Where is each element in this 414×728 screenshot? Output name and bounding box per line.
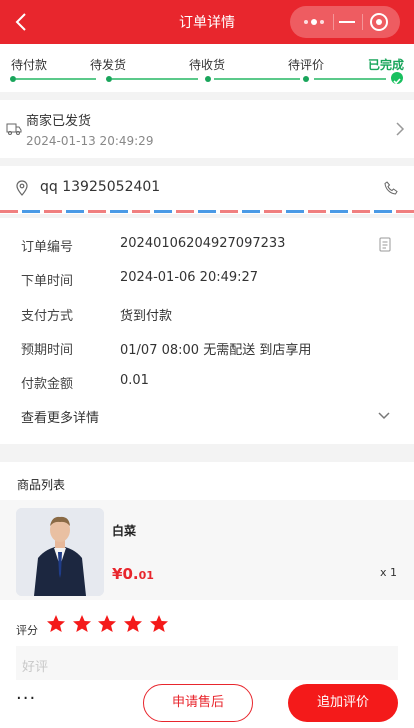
dots-icon[interactable]	[298, 6, 330, 38]
check-circle-icon	[391, 72, 403, 85]
goods-section: 商品列表 白菜 ¥0.01 x 1 评分 好评	[0, 462, 414, 686]
star-icon[interactable]	[97, 614, 117, 634]
shipping-time: 2024-01-13 20:49:29	[26, 134, 154, 148]
view-more-details[interactable]: 查看更多详情	[21, 407, 99, 426]
step-label: 待收货	[189, 58, 226, 72]
order-info-card: 订单编号 20240106204927097233 下单时间 2024-01-0…	[0, 218, 414, 444]
star-icon[interactable]	[123, 614, 143, 634]
info-label: 订单编号	[21, 240, 74, 255]
location-pin-icon	[16, 180, 28, 196]
progress-line	[112, 78, 198, 80]
step-label: 待评价	[288, 58, 325, 72]
more-actions-button[interactable]: ···	[16, 688, 36, 709]
step-dot	[10, 76, 16, 82]
mini-program-capsule	[290, 6, 400, 38]
step-label: 待发货	[90, 58, 127, 72]
progress-line	[314, 78, 386, 80]
step-label-current: 已完成	[368, 58, 405, 72]
order-time: 2024-01-06 20:49:27	[120, 270, 259, 285]
step-label: 待付款	[11, 58, 48, 72]
product-name: 白菜	[112, 524, 137, 538]
price-symbol: ¥	[112, 565, 123, 583]
truck-icon	[6, 123, 22, 135]
address-card: qq 13925052401	[0, 166, 414, 214]
goods-item[interactable]: 白菜 ¥0.01 x 1	[0, 500, 414, 600]
step-dot	[106, 76, 112, 82]
payment-amount: 0.01	[120, 373, 149, 388]
target-icon[interactable]	[366, 6, 392, 38]
review-placeholder: 好评	[22, 660, 49, 675]
order-progress: 待付款 待发货 待收货 待评价 已完成	[0, 44, 414, 92]
person-in-suit-image	[16, 508, 104, 596]
capsule-divider	[333, 14, 334, 30]
apply-after-sale-button[interactable]: 申请售后	[143, 684, 253, 722]
chevron-right-icon	[396, 122, 405, 136]
info-label: 支付方式	[21, 309, 74, 324]
rating-label: 评分	[16, 624, 38, 637]
info-row-order-no: 订单编号 20240106204927097233	[21, 236, 401, 256]
goods-section-title: 商品列表	[17, 478, 66, 492]
envelope-stripe	[0, 210, 414, 213]
info-label: 付款金额	[21, 377, 74, 392]
progress-line	[16, 78, 96, 80]
order-number: 20240106204927097233	[120, 236, 286, 251]
step-dot	[303, 76, 309, 82]
shipping-status: 商家已发货	[26, 114, 92, 129]
phone-icon[interactable]	[384, 181, 398, 195]
info-label: 下单时间	[21, 274, 74, 289]
product-price: ¥0.01	[112, 564, 154, 583]
info-label: 预期时间	[21, 343, 74, 358]
copy-icon[interactable]	[379, 237, 391, 252]
star-icon[interactable]	[46, 614, 66, 634]
minus-icon[interactable]	[335, 6, 359, 38]
payment-method: 货到付款	[120, 309, 173, 324]
product-image	[16, 508, 104, 596]
expected-time: 01/07 08:00 无需配送 到店享用	[120, 343, 312, 358]
nav-header: 订单详情	[0, 0, 414, 44]
price-integer: 0.	[122, 565, 139, 583]
step-dot	[205, 76, 211, 82]
star-icon[interactable]	[72, 614, 92, 634]
star-icon[interactable]	[149, 614, 169, 634]
progress-line	[214, 78, 300, 80]
capsule-divider	[362, 14, 363, 30]
product-quantity: x 1	[380, 566, 398, 579]
address-contact: qq 13925052401	[40, 179, 161, 195]
bottom-action-bar: ··· 申请售后 追加评价	[0, 680, 414, 728]
chevron-down-icon[interactable]	[377, 411, 391, 421]
price-decimal: 01	[138, 569, 154, 582]
shipping-status-card[interactable]: 商家已发货 2024-01-13 20:49:29	[0, 100, 414, 158]
add-review-button[interactable]: 追加评价	[288, 684, 398, 722]
